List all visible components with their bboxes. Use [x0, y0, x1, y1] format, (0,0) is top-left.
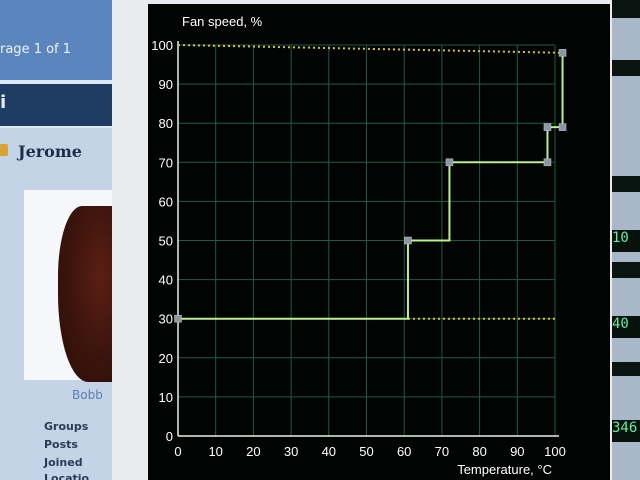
- y-tick-label: 0: [166, 429, 173, 444]
- curve-point-handle[interactable]: [174, 314, 182, 323]
- y-tick-label: 90: [159, 77, 173, 92]
- y-tick-label: 100: [151, 38, 173, 53]
- x-tick-label: 50: [359, 444, 373, 459]
- chart-tick-labels: 0 10 20 30 40 50 60 70 80 90 100 0 10 20 30 40 50 60 70 80 9…: [151, 38, 566, 459]
- fan-curve-line: [178, 52, 564, 320]
- x-tick-label: 10: [208, 444, 222, 459]
- x-tick-label: 70: [435, 444, 449, 459]
- chart-grid: [178, 44, 556, 436]
- x-tick-label: 90: [510, 444, 524, 459]
- curve-point-handle[interactable]: [445, 158, 454, 167]
- curve-point-handle[interactable]: [543, 123, 552, 131]
- curve-point-handle[interactable]: [558, 123, 567, 131]
- x-tick-label: 100: [544, 444, 566, 459]
- x-tick-label: 80: [472, 444, 486, 459]
- x-axis-label: Temperature, °C: [457, 462, 552, 477]
- y-tick-label: 10: [159, 390, 173, 405]
- y-tick-label: 20: [159, 351, 173, 366]
- chart-markers: [174, 49, 567, 323]
- x-tick-label: 40: [322, 444, 336, 459]
- chart-reference-lines: [177, 44, 563, 320]
- y-tick-label: 50: [159, 234, 173, 249]
- y-tick-label: 80: [159, 116, 173, 131]
- fan-speed-chart[interactable]: 0 10 20 30 40 50 60 70 80 90 100 0 10 20 30 40 50 60 70 80 9…: [0, 0, 640, 480]
- reference-line: [177, 44, 563, 54]
- curve-point-handle[interactable]: [543, 158, 552, 167]
- y-tick-label: 70: [159, 155, 173, 170]
- y-axis-label: Fan speed, %: [182, 14, 263, 29]
- curve-point-handle[interactable]: [558, 49, 567, 57]
- chart-series: [178, 52, 564, 320]
- y-tick-label: 40: [159, 273, 173, 288]
- x-tick-label: 60: [397, 444, 411, 459]
- curve-point-handle[interactable]: [404, 236, 412, 245]
- x-tick-label: 0: [174, 444, 181, 459]
- y-tick-label: 60: [159, 194, 173, 209]
- x-tick-label: 30: [284, 444, 298, 459]
- x-tick-label: 20: [246, 444, 260, 459]
- y-tick-label: 30: [159, 312, 173, 327]
- chart-axes: [177, 41, 559, 437]
